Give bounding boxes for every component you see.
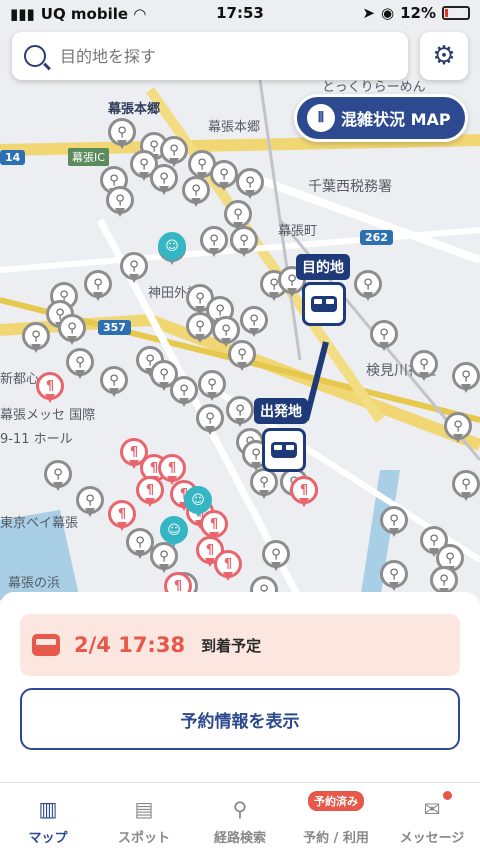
bike-station-pin[interactable]: ⚲ bbox=[200, 226, 228, 258]
bottom-sheet: 2/4 17:38 到着予定 予約情報を表示 bbox=[0, 592, 480, 782]
map-label-hall: 9-11 ホール bbox=[0, 432, 73, 447]
restaurant-pin[interactable]: ¶ bbox=[36, 372, 64, 404]
search-icon bbox=[24, 45, 46, 67]
map-view[interactable]: 幕張本郷 幕張本郷 とっくりらーめん 千葉西税務署 幕張町 神田外語大 検見川神… bbox=[0, 0, 480, 600]
map-label-makuhari-cho: 幕張町 bbox=[278, 224, 318, 239]
bike-station-pin[interactable]: ⚲ bbox=[44, 460, 72, 492]
bike-station-pin[interactable]: ⚲ bbox=[84, 270, 112, 302]
reserved-badge: 予約済み bbox=[308, 791, 364, 811]
bike-station-pin[interactable]: ⚲ bbox=[236, 168, 264, 200]
bus-icon bbox=[271, 442, 297, 458]
tab-label: メッセージ bbox=[399, 831, 465, 846]
bike-station-pin[interactable]: ⚲ bbox=[76, 486, 104, 518]
search-bar[interactable] bbox=[12, 32, 408, 80]
search-input[interactable] bbox=[60, 46, 380, 66]
restaurant-pin[interactable]: ¶ bbox=[108, 500, 136, 532]
tab-label: マップ bbox=[28, 831, 68, 846]
orientation-lock-icon: ◉ bbox=[381, 4, 395, 22]
notification-dot bbox=[443, 791, 452, 800]
bike-station-pin[interactable]: ⚲ bbox=[262, 540, 290, 572]
smile-spot-pin[interactable]: ☺ bbox=[160, 516, 188, 548]
status-right: ➤ ◉ 12% bbox=[362, 4, 470, 22]
smile-spot-pin[interactable]: ☺ bbox=[184, 486, 212, 518]
bike-station-pin[interactable]: ⚲ bbox=[186, 312, 214, 344]
tab-label: スポット bbox=[117, 831, 170, 846]
tab-route-search[interactable]: ⚲ 経路検索 bbox=[192, 783, 288, 854]
bike-station-pin[interactable]: ⚲ bbox=[250, 468, 278, 500]
bike-station-pin[interactable]: ⚲ bbox=[240, 306, 268, 338]
bike-station-pin[interactable]: ⚲ bbox=[230, 226, 258, 258]
tab-map[interactable]: ▥ マップ bbox=[0, 783, 96, 854]
bike-station-pin[interactable]: ⚲ bbox=[198, 370, 226, 402]
bike-station-pin[interactable]: ⚲ bbox=[410, 350, 438, 382]
bike-station-pin[interactable]: ⚲ bbox=[210, 160, 238, 192]
map-label-makuhari-beach: 幕張の浜 bbox=[8, 576, 61, 591]
map-label-tokyo-bay: 東京ベイ幕張 bbox=[0, 516, 79, 531]
bike-station-pin[interactable]: ⚲ bbox=[226, 396, 254, 428]
bike-station-pin[interactable]: ⚲ bbox=[108, 118, 136, 150]
map-label-makuhari-hongo: 幕張本郷 bbox=[208, 120, 261, 135]
tab-label: 経路検索 bbox=[213, 831, 266, 846]
gear-icon: ⚙ bbox=[432, 41, 456, 71]
bike-station-pin[interactable]: ⚲ bbox=[120, 252, 148, 284]
show-reservation-button[interactable]: 予約情報を表示 bbox=[20, 688, 460, 750]
bike-station-pin[interactable]: ⚲ bbox=[452, 362, 480, 394]
restaurant-pin[interactable]: ¶ bbox=[290, 476, 318, 508]
origin-flag: 出発地 bbox=[254, 398, 308, 424]
bike-station-pin[interactable]: ⚲ bbox=[22, 322, 50, 354]
bus-icon bbox=[311, 296, 337, 312]
origin-bus-marker[interactable] bbox=[262, 428, 306, 472]
bike-station-pin[interactable]: ⚲ bbox=[150, 164, 178, 196]
eta-card: 2/4 17:38 到着予定 bbox=[20, 614, 460, 676]
restaurant-pin[interactable]: ¶ bbox=[214, 550, 242, 582]
bike-station-pin[interactable]: ⚲ bbox=[182, 176, 210, 208]
tab-bar: ▥ マップ ▤ スポット ⚲ 経路検索 予約済み 予約 / 利用 ✉ メッセージ bbox=[0, 782, 480, 854]
map-icon: ▥ bbox=[38, 797, 58, 821]
restaurant-pin[interactable]: ¶ bbox=[136, 476, 164, 508]
bus-icon bbox=[32, 634, 60, 656]
bike-station-pin[interactable]: ⚲ bbox=[380, 506, 408, 538]
status-bar: ▮▮▮ UQ mobile ◠ 17:53 ➤ ◉ 12% bbox=[0, 0, 480, 28]
map-label-shintoshin: 新都心 bbox=[0, 372, 40, 387]
tab-label: 予約 / 利用 bbox=[303, 831, 369, 846]
bike-station-pin[interactable]: ⚲ bbox=[444, 412, 472, 444]
bike-station-pin[interactable]: ⚲ bbox=[228, 340, 256, 372]
battery-icon bbox=[442, 6, 470, 20]
tab-spot[interactable]: ▤ スポット bbox=[96, 783, 192, 854]
map-label-tax-office: 千葉西税務署 bbox=[308, 179, 392, 195]
eta-label: 到着予定 bbox=[201, 636, 262, 655]
destination-flag: 目的地 bbox=[296, 254, 350, 280]
bike-station-pin[interactable]: ⚲ bbox=[196, 404, 224, 436]
bike-station-pin[interactable]: ⚲ bbox=[58, 314, 86, 346]
route-shield-14: 14 bbox=[0, 150, 26, 165]
map-label-messe: 幕張メッセ 国際 bbox=[0, 408, 96, 423]
bike-station-pin[interactable]: ⚲ bbox=[380, 560, 408, 592]
route-shield-357: 357 bbox=[98, 320, 131, 335]
destination-bus-marker[interactable] bbox=[302, 282, 346, 326]
tab-messages[interactable]: ✉ メッセージ bbox=[384, 783, 480, 854]
route-icon: ⚲ bbox=[232, 797, 248, 821]
congestion-map-label: 混雑状況 MAP bbox=[341, 110, 451, 129]
tab-reservation[interactable]: 予約済み 予約 / 利用 bbox=[288, 783, 384, 854]
settings-button[interactable]: ⚙ bbox=[420, 32, 468, 80]
mail-icon: ✉ bbox=[423, 797, 441, 821]
congestion-map-button[interactable]: ⫴ 混雑状況 MAP bbox=[294, 94, 468, 142]
eta-time: 2/4 17:38 bbox=[74, 633, 186, 657]
battery-percent: 12% bbox=[400, 4, 436, 22]
bike-station-pin[interactable]: ⚲ bbox=[354, 270, 382, 302]
bike-station-pin[interactable]: ⚲ bbox=[370, 320, 398, 352]
bike-station-pin[interactable]: ⚲ bbox=[452, 470, 480, 502]
smile-spot-pin[interactable]: ☺ bbox=[158, 232, 186, 264]
location-icon: ➤ bbox=[362, 4, 375, 22]
map-label-makuhari-hongo-station: 幕張本郷 bbox=[108, 102, 161, 117]
route-shield-262: 262 bbox=[360, 230, 393, 245]
bike-station-pin[interactable]: ⚲ bbox=[106, 186, 134, 218]
store-icon: ▤ bbox=[134, 797, 154, 821]
map-label-makuhari-ic: 幕張IC bbox=[68, 148, 109, 166]
people-icon: ⫴ bbox=[307, 104, 335, 132]
bike-station-pin[interactable]: ⚲ bbox=[170, 376, 198, 408]
bike-station-pin[interactable]: ⚲ bbox=[66, 348, 94, 380]
bike-station-pin[interactable]: ⚲ bbox=[100, 366, 128, 398]
